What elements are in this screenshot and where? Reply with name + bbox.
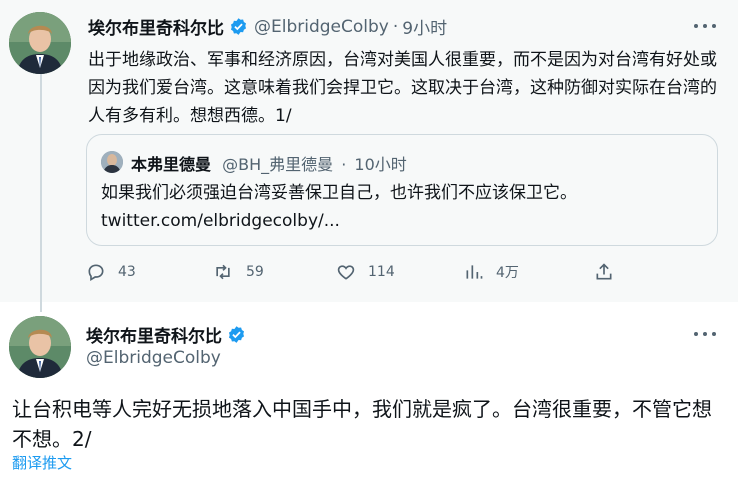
tweet-actions: 43 59 114 4万 [86,262,626,286]
retweet-button[interactable]: 59 [212,262,264,282]
like-count: 114 [368,264,395,280]
tweet2-author-row: 埃尔布里奇科尔比 [86,322,252,347]
quoted-tweet[interactable]: 本弗里德曼 @BH_弗里德曼 · 10小时 如果我们必须强迫台湾妥善保卫自己，也… [86,134,718,246]
translate-tweet-link[interactable]: 翻译推文 [12,452,72,473]
views-count: 4万 [496,265,519,281]
quote-author-avatar [101,151,123,173]
share-button[interactable] [594,262,626,282]
author-name[interactable]: 埃尔布里奇科尔比 [88,14,224,39]
tweet-text-2: 让台积电等人完好无损地落入中国手中，我们就是疯了。台湾很重要，不管它想不想。2/ [12,397,712,451]
quote-text-block: 如果我们必须强迫台湾妥善保卫自己，也许我们不应该保卫它。 twitter.com… [101,179,701,235]
quote-author-name: 本弗里德曼 [131,155,212,174]
thread-connector-line [40,72,42,312]
author-handle[interactable]: @ElbridgeColby [254,17,389,37]
tweet-text: 出于地缘政治、军事和经济原因，台湾对美国人很重要，而不是因为对台湾有好处或因为我… [88,50,717,126]
quote-link[interactable]: twitter.com/elbridgecolby/... [101,207,701,235]
retweet-icon [216,264,230,280]
reply-count: 43 [118,264,136,280]
like-icon [337,265,355,280]
views-icon [466,265,483,279]
quote-timestamp: 10小时 [354,155,407,174]
share-icon [596,263,612,280]
reply-icon [88,264,104,281]
tweet-header: 埃尔布里奇科尔比 @ElbridgeColby · 9小时 [88,14,447,40]
author-handle-2[interactable]: @ElbridgeColby [86,348,221,368]
author-avatar[interactable] [9,12,71,74]
like-button[interactable]: 114 [336,262,395,282]
views-button[interactable]: 4万 [464,262,519,282]
author-avatar-2[interactable] [9,316,71,378]
quote-author-handle: @BH_弗里德曼 [222,155,334,174]
thread-tweet-1: 埃尔布里奇科尔比 @ElbridgeColby · 9小时 出于地缘政治、军事和… [0,0,738,312]
more-options-icon[interactable] [694,22,716,30]
retweet-count: 59 [246,264,264,280]
author-name-2[interactable]: 埃尔布里奇科尔比 [86,322,222,347]
verified-badge-icon [230,18,247,35]
quote-header: 本弗里德曼 @BH_弗里德曼 · 10小时 [131,151,407,175]
separator-dot: · [392,16,399,37]
verified-badge-icon [228,326,245,343]
tweet-timestamp[interactable]: 9小时 [402,14,447,39]
quote-text: 如果我们必须强迫台湾妥善保卫自己，也许我们不应该保卫它。 [101,183,577,203]
more-options-icon[interactable] [694,330,716,338]
reply-button[interactable]: 43 [86,262,136,282]
quote-separator-dot: · [341,155,347,174]
